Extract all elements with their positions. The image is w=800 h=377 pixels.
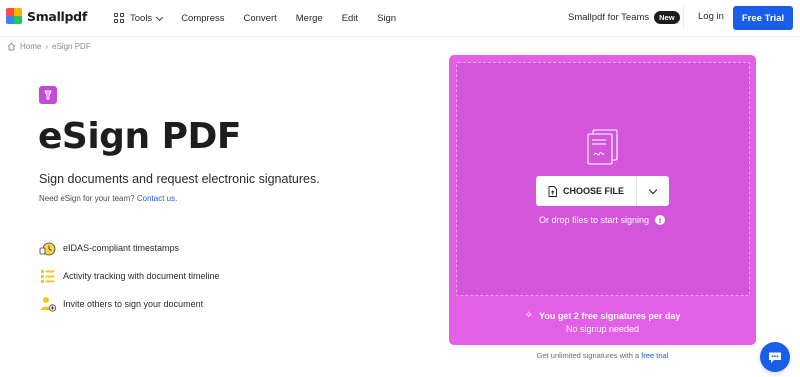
security-info-icon[interactable]: i <box>655 215 666 225</box>
timeline-icon <box>41 270 55 283</box>
brand-name: Smallpdf <box>27 8 87 24</box>
home-icon <box>7 42 16 51</box>
feature-item: Activity tracking with document timeline <box>39 262 220 290</box>
top-navigation-bar: Smallpdf Tools Compress Convert Merge Ed… <box>0 0 800 37</box>
upload-source-dropdown[interactable] <box>637 176 669 206</box>
teams-label: Smallpdf for Teams <box>568 12 650 23</box>
smallpdf-logo-icon <box>6 8 22 24</box>
contact-us-link[interactable]: Contact us. <box>137 194 177 203</box>
feature-label: eIDAS-compliant timestamps <box>63 243 180 253</box>
esign-tool-icon <box>39 86 57 104</box>
tools-menu[interactable]: Tools <box>114 13 164 24</box>
breadcrumb: Home › eSign PDF <box>7 42 91 51</box>
smallpdf-for-teams-link[interactable]: Smallpdf for Teams New <box>568 11 680 24</box>
page-title: eSign PDF <box>38 116 241 157</box>
grid-icon <box>114 13 125 24</box>
chevron-down-icon <box>648 185 658 194</box>
drop-hint: Or drop files to start signing i <box>539 215 666 225</box>
new-badge: New <box>654 11 680 24</box>
smallpdf-logo[interactable]: Smallpdf <box>6 8 87 24</box>
breadcrumb-home[interactable]: Home <box>20 42 41 51</box>
free-signatures-text: You get 2 free signatures per day <box>539 310 681 321</box>
chat-support-button[interactable] <box>760 342 790 372</box>
feature-list: eIDAS-compliant timestamps Activity trac… <box>39 234 220 318</box>
free-signatures-note: ✧ You get 2 free signatures per day <box>449 310 756 321</box>
login-link[interactable]: Log in <box>698 11 724 22</box>
no-signup-note: No signup needed <box>565 324 640 334</box>
main-nav: Tools Compress Convert Merge Edit Sign <box>114 0 415 37</box>
file-upload-icon <box>548 185 557 197</box>
unlimited-prefix: Get unlimited signatures with a <box>536 351 640 360</box>
unlimited-signatures-note: Get unlimited signatures with a free tri… <box>449 351 756 360</box>
invite-user-icon <box>40 297 57 312</box>
nav-sign[interactable]: Sign <box>377 13 396 24</box>
chevron-down-icon <box>156 13 164 21</box>
feature-item: Invite others to sign your document <box>39 290 220 318</box>
free-trial-button[interactable]: Free Trial <box>733 6 793 30</box>
free-trial-link[interactable]: free trial <box>641 351 668 360</box>
feature-label: Activity tracking with document timeline <box>63 271 220 281</box>
nav-edit[interactable]: Edit <box>342 13 358 24</box>
pen-icon <box>44 90 52 100</box>
feature-item: eIDAS-compliant timestamps <box>39 234 220 262</box>
sparkle-icon: ✧ <box>524 310 533 321</box>
documents-icon <box>587 129 618 165</box>
tools-label: Tools <box>130 13 153 24</box>
breadcrumb-current: eSign PDF <box>52 42 91 51</box>
nav-merge[interactable]: Merge <box>296 13 323 24</box>
choose-file-label: CHOOSE FILE <box>562 186 624 196</box>
drop-hint-text: Or drop files to start signing <box>539 215 650 225</box>
choose-file-button-group: CHOOSE FILE <box>536 176 669 206</box>
team-contact-line: Need eSign for your team? Contact us. <box>39 194 177 203</box>
team-prompt: Need eSign for your team? <box>39 194 135 203</box>
page-subtitle: Sign documents and request electronic si… <box>39 172 320 186</box>
nav-compress[interactable]: Compress <box>181 13 224 24</box>
header-divider <box>683 6 684 30</box>
feature-label: Invite others to sign your document <box>63 299 204 309</box>
chat-bubble-icon <box>769 352 781 363</box>
timestamp-icon <box>39 242 56 256</box>
nav-convert[interactable]: Convert <box>243 13 276 24</box>
choose-file-button[interactable]: CHOOSE FILE <box>536 176 636 206</box>
breadcrumb-separator: › <box>45 42 49 51</box>
